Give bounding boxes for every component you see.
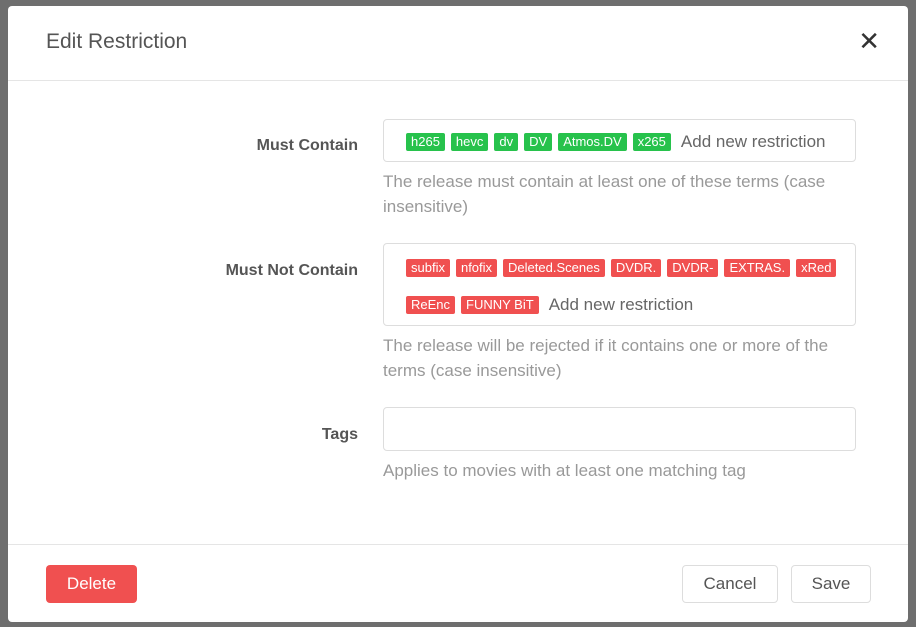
restriction-tag[interactable]: subfix [406, 259, 450, 278]
restriction-tag[interactable]: nfofix [455, 259, 498, 278]
close-icon[interactable]: ✕ [858, 28, 880, 54]
tags-help: Applies to movies with at least one matc… [383, 461, 746, 480]
add-restriction-input[interactable]: Add new restriction [681, 132, 826, 152]
restriction-tag[interactable]: ReEnc [406, 295, 456, 314]
restriction-tag[interactable]: EXTRAS. [724, 259, 791, 278]
must-not-contain-help: The release will be rejected if it conta… [383, 336, 829, 380]
restriction-tag[interactable]: xRed [796, 259, 837, 278]
cancel-button[interactable]: Cancel [682, 565, 778, 603]
modal-footer: Delete Cancel Save [8, 544, 908, 622]
restriction-tag[interactable]: Deleted.Scenes [503, 259, 605, 278]
must-contain-help: The release must contain at least one of… [383, 172, 826, 216]
modal-title: Edit Restriction [46, 30, 188, 53]
must-not-contain-label: Must Not Contain [225, 262, 358, 279]
restriction-tag[interactable]: Atmos.DV [558, 132, 627, 151]
restriction-tag[interactable]: hevc [450, 132, 489, 151]
restriction-tag[interactable]: DVDR. [610, 259, 662, 278]
restriction-tag[interactable]: DVDR- [667, 259, 719, 278]
save-button[interactable]: Save [791, 565, 871, 603]
must-contain-label: Must Contain [256, 137, 358, 154]
restriction-tag[interactable]: dv [494, 132, 519, 151]
modal-body: Must Contain h265 hevc dv DV Atmos.DV x265 Add… [8, 81, 908, 544]
must-contain-input[interactable]: h265 hevc dv DV Atmos.DV x265 Add new restrict… [383, 119, 856, 162]
must-not-contain-input[interactable]: subfix nfofix Deleted.Scenes DVDR. DVDR- EXTR… [383, 243, 856, 326]
restriction-tag[interactable]: DV [524, 132, 553, 151]
modal-header: Edit Restriction ✕ [8, 6, 908, 81]
edit-restriction-modal: Edit Restriction ✕ Must Contain h265 hevc… [8, 6, 908, 622]
add-restriction-input[interactable]: Add new restriction [549, 295, 694, 315]
restriction-tag[interactable]: x265 [632, 132, 671, 151]
tags-label: Tags [321, 426, 358, 443]
delete-button[interactable]: Delete [46, 565, 137, 603]
restriction-tag[interactable]: FUNNY BiT [461, 295, 539, 314]
restriction-tag[interactable]: h265 [406, 132, 445, 151]
tags-input[interactable] [383, 407, 856, 451]
